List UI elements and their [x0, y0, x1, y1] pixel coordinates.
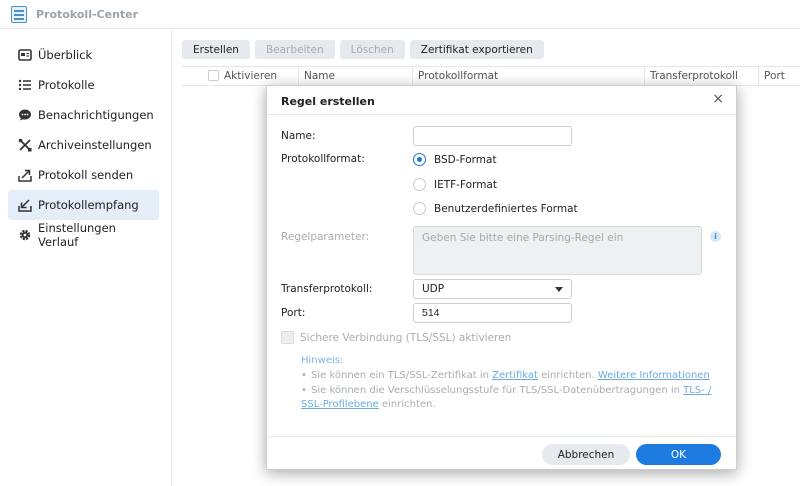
- title-bar: Protokoll-Center: [0, 0, 800, 29]
- toolbar: Erstellen Bearbeiten Löschen Zertifikat …: [182, 40, 544, 59]
- port-label: Port:: [281, 307, 306, 319]
- format-option-bsd[interactable]: BSD-Format: [413, 153, 497, 166]
- sidebar-item-label: Benachrichtigungen: [38, 108, 154, 122]
- chat-bubble-icon: [18, 108, 32, 122]
- app-title: Protokoll-Center: [36, 8, 139, 21]
- tools-icon: [18, 138, 32, 152]
- column-divider[interactable]: [298, 67, 299, 86]
- column-header-port[interactable]: Port: [764, 70, 785, 82]
- hint-item: • Sie können ein TLS/SSL-Zertifikat in Ze…: [301, 370, 710, 381]
- sidebar-item-log-receiving[interactable]: Protokollempfang: [8, 190, 159, 220]
- radio-unselected[interactable]: [413, 178, 426, 191]
- radio-unselected[interactable]: [413, 202, 426, 215]
- name-label: Name:: [281, 130, 316, 142]
- port-input[interactable]: [413, 303, 572, 323]
- tls-ssl-checkbox[interactable]: [281, 331, 294, 344]
- create-rule-dialog: Regel erstellen × Name: Protokollformat:…: [266, 85, 737, 470]
- ok-button[interactable]: OK: [636, 444, 721, 465]
- sidebar-item-label: Protokoll senden: [38, 168, 134, 182]
- sidebar-item-overview[interactable]: Überblick: [8, 40, 159, 70]
- list-icon: [18, 78, 32, 92]
- log-center-app-icon: [11, 6, 27, 23]
- gear-icon: [18, 228, 32, 242]
- cancel-button[interactable]: Abbrechen: [542, 444, 630, 465]
- dialog-title: Regel erstellen: [281, 95, 375, 108]
- log-format-label: Protokollformat:: [281, 153, 365, 165]
- column-divider[interactable]: [412, 67, 413, 86]
- sidebar-item-history-settings[interactable]: Einstellungen Verlauf: [8, 220, 159, 250]
- dialog-header-divider: [267, 114, 736, 115]
- rule-parameter-label: Regelparameter:: [281, 231, 370, 243]
- close-icon[interactable]: ×: [712, 92, 724, 106]
- sidebar-item-label: Archiveinstellungen: [38, 138, 152, 152]
- column-header-name[interactable]: Name: [304, 70, 335, 82]
- table-header: Aktivieren Name Protokollformat Transfer…: [182, 66, 800, 86]
- column-divider[interactable]: [644, 67, 645, 86]
- hint-item: • Sie können die Verschlüsselungsstufe fü…: [301, 385, 712, 410]
- delete-button[interactable]: Löschen: [339, 40, 405, 59]
- select-all-checkbox[interactable]: [208, 70, 219, 81]
- transfer-protocol-label: Transferprotokoll:: [281, 283, 373, 295]
- column-header-transfer-protocol[interactable]: Transferprotokoll: [650, 70, 738, 82]
- receive-icon: [18, 198, 32, 212]
- sidebar: Überblick Protokolle Benachrichtigungen …: [0, 30, 172, 486]
- format-option-ietf[interactable]: IETF-Format: [413, 178, 497, 191]
- hint-title: Hinweis:: [301, 355, 344, 366]
- export-certificate-button[interactable]: Zertifikat exportieren: [409, 40, 544, 59]
- chevron-down-icon: [555, 287, 563, 292]
- sidebar-item-logs[interactable]: Protokolle: [8, 70, 159, 100]
- format-option-custom[interactable]: Benutzerdefiniertes Format: [413, 202, 578, 215]
- sidebar-item-label: Überblick: [38, 48, 93, 62]
- sidebar-item-label: Protokollempfang: [38, 198, 139, 212]
- send-icon: [18, 168, 32, 182]
- column-header-log-format[interactable]: Protokollformat: [418, 70, 498, 82]
- column-divider[interactable]: [758, 67, 759, 86]
- name-input[interactable]: [413, 126, 572, 146]
- sidebar-item-label: Einstellungen Verlauf: [38, 221, 116, 249]
- certificate-link[interactable]: Zertifikat: [492, 370, 538, 381]
- info-icon[interactable]: i: [710, 231, 721, 242]
- more-info-link[interactable]: Weitere Informationen: [598, 370, 710, 381]
- overview-icon: [18, 48, 32, 62]
- rule-parameter-textarea[interactable]: Geben Sie bitte eine Parsing-Regel ein: [413, 226, 702, 275]
- tls-ssl-option[interactable]: Sichere Verbindung (TLS/SSL) aktivieren: [281, 331, 511, 344]
- sidebar-item-archive-settings[interactable]: Archiveinstellungen: [8, 130, 159, 160]
- create-button[interactable]: Erstellen: [182, 40, 250, 59]
- dialog-footer-divider: [267, 436, 736, 437]
- sidebar-item-notifications[interactable]: Benachrichtigungen: [8, 100, 159, 130]
- sidebar-item-label: Protokolle: [38, 78, 95, 92]
- edit-button[interactable]: Bearbeiten: [254, 40, 335, 59]
- column-header-enable[interactable]: Aktivieren: [208, 70, 277, 82]
- radio-selected[interactable]: [413, 153, 426, 166]
- transfer-protocol-select[interactable]: UDP: [413, 279, 572, 299]
- sidebar-item-send-logs[interactable]: Protokoll senden: [8, 160, 159, 190]
